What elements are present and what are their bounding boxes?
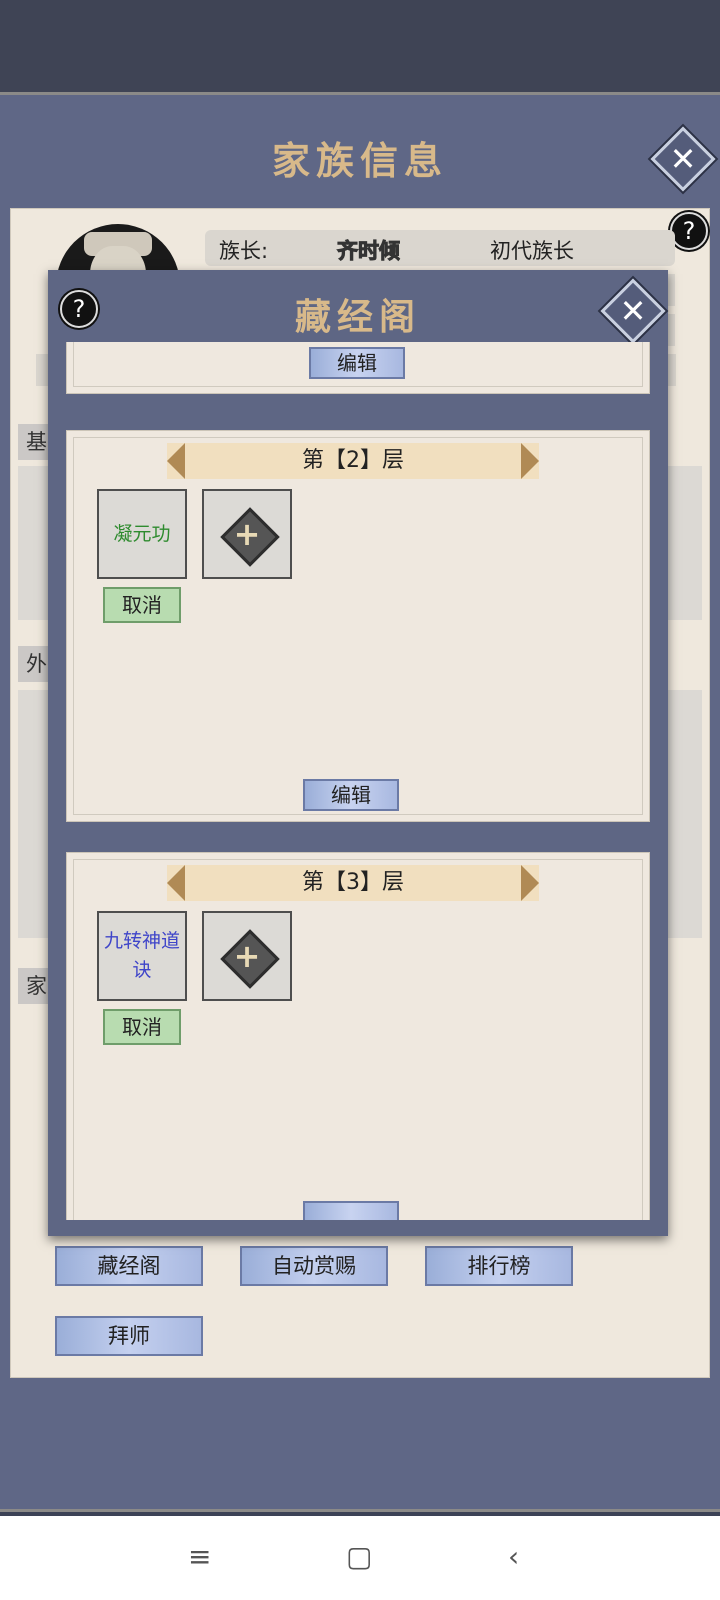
skill-slot[interactable]: 九转神道诀 [97,911,187,1001]
add-skill-slot[interactable]: + [202,911,292,1001]
leader-title: 初代族长 [490,239,574,263]
library-modal-title: 藏经阁 [294,296,421,338]
close-icon: ✕ [619,292,647,330]
library-button[interactable]: 藏经阁 [55,1246,203,1286]
floor-card: 第【3】层 九转神道诀 + 取消 [66,852,650,1220]
menu-icon[interactable]: ≡ [188,1540,211,1573]
floor-list[interactable]: 编辑 第【2】层 凝元功 + 取消 编辑 第【3】层 九转神道诀 + 取消 [66,342,650,1220]
help-icon: ? [682,217,696,245]
floor-card: 编辑 [66,342,650,394]
plus-icon: + [233,515,261,553]
help-icon: ? [72,295,86,323]
back-icon[interactable]: ‹ [508,1540,519,1573]
prev-floor-icon[interactable] [167,865,185,901]
family-info-help-button[interactable]: ? [670,212,708,250]
close-icon: ✕ [669,140,697,178]
floor-edit-button[interactable]: 编辑 [309,347,405,379]
cancel-button[interactable]: 取消 [103,1009,181,1045]
library-help-button[interactable]: ? [60,290,98,328]
family-info-title: 家族信息 [271,138,448,183]
floor-header: 第【2】层 [167,443,539,479]
next-floor-icon[interactable] [521,443,539,479]
plus-icon: + [233,937,261,975]
prev-floor-icon[interactable] [167,443,185,479]
floor-edit-button[interactable]: 编辑 [303,779,399,811]
next-floor-icon[interactable] [521,865,539,901]
skill-slot[interactable]: 凝元功 [97,489,187,579]
skill-name: 九转神道诀 [103,930,180,981]
floor-header-label: 第【3】层 [302,870,404,895]
leader-label: 族长: [219,239,269,263]
home-icon[interactable]: ▢ [346,1540,372,1573]
system-nav-bar: ≡ ▢ ‹ [0,1516,720,1600]
floor-card: 第【2】层 凝元功 + 取消 编辑 [66,430,650,822]
leader-name[interactable]: 齐时倾 [337,235,401,265]
cancel-button[interactable]: 取消 [103,587,181,623]
skill-name: 凝元功 [113,522,171,545]
floor-header-label: 第【2】层 [302,448,404,473]
floor-header: 第【3】层 [167,865,539,901]
status-bar-area [0,0,720,92]
floor-edit-button[interactable] [303,1201,399,1220]
apprentice-button[interactable]: 拜师 [55,1316,203,1356]
leaderboard-button[interactable]: 排行榜 [425,1246,573,1286]
auto-reward-button[interactable]: 自动赏赐 [240,1246,388,1286]
add-skill-slot[interactable]: + [202,489,292,579]
leader-row: 族长: 齐时倾 初代族长 [205,230,675,266]
